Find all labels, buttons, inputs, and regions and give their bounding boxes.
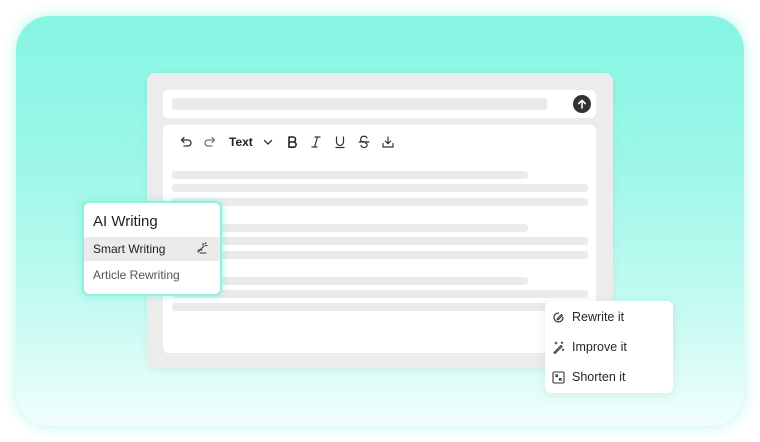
article-rewriting-item[interactable]: Article Rewriting (84, 263, 220, 287)
document-area[interactable]: Text (163, 125, 596, 353)
text-line-placeholder (172, 171, 528, 179)
text-line-placeholder (172, 184, 588, 192)
text-style-dropdown[interactable]: Text (229, 135, 253, 149)
text-line-placeholder (172, 303, 588, 311)
prompt-input-placeholder[interactable] (172, 98, 547, 110)
shorten-icon (551, 370, 565, 384)
redo-icon (204, 136, 216, 147)
bold-icon (287, 136, 297, 148)
wand-icon (197, 242, 208, 254)
rewrite-it-item[interactable]: Rewrite it (551, 305, 669, 329)
magic-wand-icon (552, 341, 564, 354)
text-line-placeholder (172, 224, 528, 232)
formatting-toolbar: Text (175, 132, 401, 152)
text-line-placeholder (172, 251, 588, 259)
rewrite-icon (552, 311, 564, 323)
style-dropdown-toggle[interactable] (257, 132, 279, 152)
chevron-down-icon (263, 139, 272, 145)
shorten-it-item[interactable]: Shorten it (551, 365, 669, 389)
strikethrough-button[interactable] (353, 132, 375, 152)
rewrite-it-label: Rewrite it (572, 310, 625, 324)
smart-writing-item[interactable]: Smart Writing (84, 237, 220, 261)
underline-icon (335, 136, 345, 149)
prompt-bar[interactable] (163, 90, 596, 118)
smart-writing-label: Smart Writing (93, 242, 166, 256)
arrow-up-icon (578, 99, 586, 109)
improve-it-label: Improve it (572, 340, 627, 354)
ai-writing-panel: AI Writing Smart Writing Article Rewriti… (82, 201, 222, 296)
undo-button[interactable] (175, 132, 197, 152)
context-menu: Rewrite it Improve it Shorten it (545, 301, 673, 393)
bold-button[interactable] (281, 132, 303, 152)
underline-button[interactable] (329, 132, 351, 152)
download-button[interactable] (377, 132, 399, 152)
undo-icon (180, 136, 192, 147)
strikethrough-icon (358, 135, 370, 149)
download-icon (382, 136, 394, 148)
text-line-placeholder (172, 277, 528, 285)
italic-icon (311, 136, 321, 148)
shorten-it-label: Shorten it (572, 370, 626, 384)
article-rewriting-label: Article Rewriting (93, 268, 180, 282)
italic-button[interactable] (305, 132, 327, 152)
redo-button[interactable] (199, 132, 221, 152)
send-button[interactable] (573, 95, 591, 113)
text-line-placeholder (172, 198, 588, 206)
improve-it-item[interactable]: Improve it (551, 335, 669, 359)
text-line-placeholder (172, 237, 588, 245)
text-line-placeholder (172, 290, 588, 298)
ai-panel-title: AI Writing (93, 213, 158, 230)
